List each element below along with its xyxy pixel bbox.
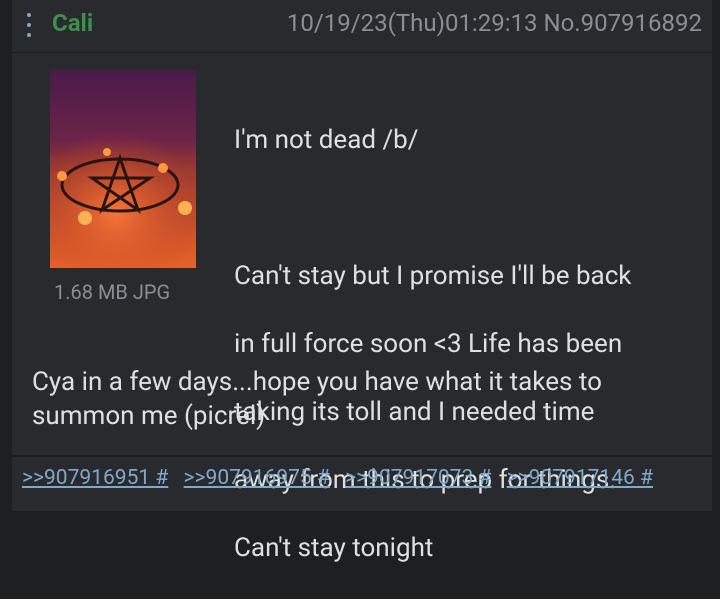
post: Cali 10/19/23(Thu)01:29:13 No.907916892 bbox=[12, 0, 712, 563]
divider bbox=[12, 455, 712, 457]
thumbnail-image bbox=[50, 70, 196, 268]
post-body-tail: Cya in a few days...hope you have what i… bbox=[32, 367, 602, 431]
reply-link[interactable]: >>907916951 # bbox=[22, 466, 168, 490]
reply-link[interactable]: >>907916975 # bbox=[184, 466, 330, 490]
post-thumbnail[interactable] bbox=[50, 70, 196, 268]
menu-dots-icon[interactable] bbox=[22, 10, 36, 40]
reply-link[interactable]: >>907917146 # bbox=[507, 466, 653, 490]
file-info[interactable]: 1.68 MB JPG bbox=[54, 280, 170, 304]
body-line: Can't stay tonight bbox=[234, 533, 434, 563]
poster-name: Cali bbox=[52, 9, 94, 37]
post-body: I'm not dead /b/ Can't stay but I promis… bbox=[234, 89, 704, 599]
post-header: Cali 10/19/23(Thu)01:29:13 No.907916892 bbox=[12, 0, 712, 53]
post-meta[interactable]: 10/19/23(Thu)01:29:13 No.907916892 bbox=[287, 9, 702, 37]
body-line: I'm not dead /b/ bbox=[234, 125, 419, 155]
reply-link[interactable]: >>907917073 # bbox=[345, 466, 491, 490]
body-line: in full force soon <3 Life has been bbox=[234, 329, 623, 359]
reply-links: >>907916951 # >>907916975 # >>907917073 … bbox=[22, 466, 663, 490]
body-line: Can't stay but I promise I'll be back bbox=[234, 261, 632, 291]
body-line bbox=[234, 191, 704, 225]
